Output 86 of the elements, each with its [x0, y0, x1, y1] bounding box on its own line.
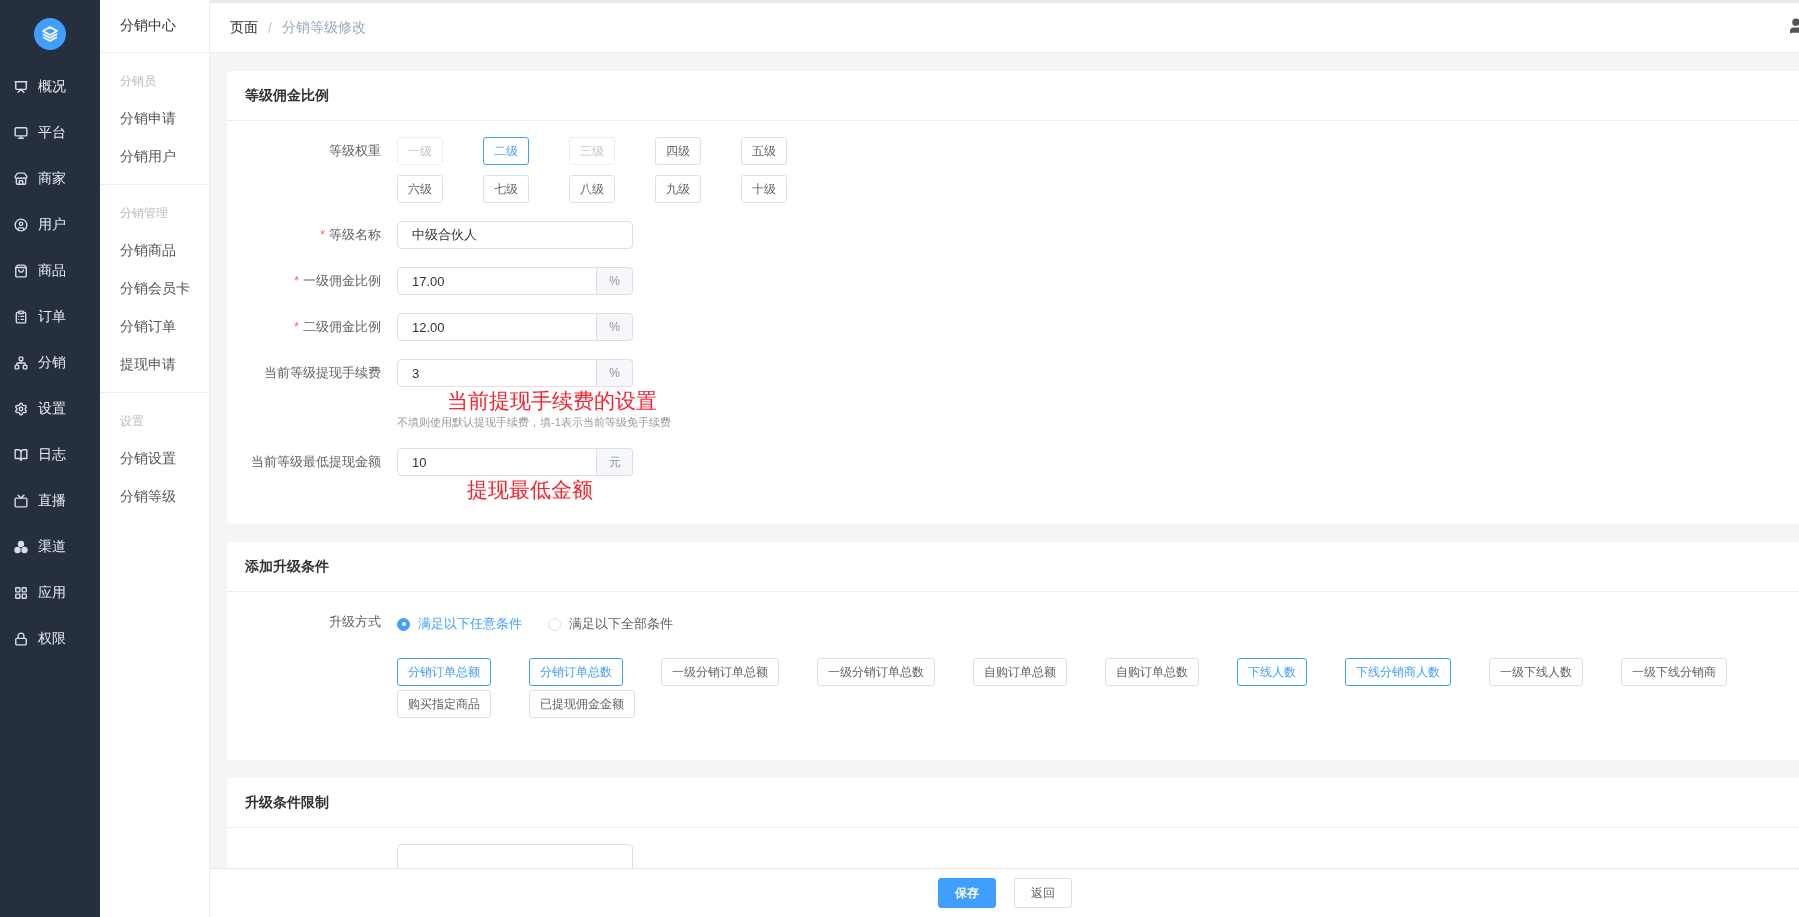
breadcrumb-item: 分销等级修改	[281, 18, 366, 37]
card-title: 升级条件限制	[227, 778, 1799, 828]
chart-board-icon	[14, 80, 28, 94]
submenu-heading: 设置	[119, 413, 145, 430]
submenu-title: 分销中心	[100, 0, 209, 53]
input-field[interactable]: 12.00	[397, 313, 597, 341]
condition-button[interactable]: 一级下线人数	[1489, 658, 1583, 686]
card-title: 添加升级条件	[227, 542, 1799, 592]
bag-icon	[14, 264, 28, 278]
sidebar-item[interactable]: 概况	[0, 64, 100, 110]
condition-button[interactable]: 自购订单总数	[1105, 658, 1199, 686]
level-button[interactable]: 六级	[397, 175, 443, 203]
field-label: 当前等级提现手续费	[264, 365, 381, 380]
hierarchy-icon	[14, 356, 28, 370]
unit-addon: 元	[597, 448, 633, 476]
sidebar-item[interactable]: 日志	[0, 432, 100, 478]
required-mark: *	[319, 227, 325, 242]
sidebar-item[interactable]: 直播	[0, 478, 100, 524]
required-mark: *	[293, 273, 299, 288]
user-icon	[14, 218, 28, 232]
input-field[interactable]: 10	[397, 448, 597, 476]
settings-icon	[14, 402, 28, 416]
radio-option[interactable]: 满足以下全部条件	[548, 615, 673, 633]
card-title: 等级佣金比例	[227, 71, 1799, 121]
condition-button[interactable]: 已提现佣金金额	[529, 690, 635, 718]
sidebar-item[interactable]: 商品	[0, 248, 100, 294]
breadcrumb-separator: /	[268, 19, 272, 36]
unit-addon: %	[597, 313, 633, 341]
submenu-item[interactable]: 提现申请	[110, 346, 199, 384]
input-field[interactable]: 中级合伙人	[397, 221, 633, 249]
level-button[interactable]: 九级	[655, 175, 701, 203]
logo-icon	[34, 18, 66, 50]
condition-button[interactable]: 购买指定商品	[397, 690, 491, 718]
tv-icon	[14, 494, 28, 508]
field-label: 等级名称	[329, 227, 381, 242]
monitor-icon	[14, 126, 28, 140]
input-field[interactable]: 3	[397, 359, 597, 387]
field-label: 当前等级最低提现金额	[251, 454, 381, 469]
sidebar-item[interactable]: 渠道	[0, 524, 100, 570]
sidebar-item[interactable]: 分销	[0, 340, 100, 386]
radio-label: 满足以下任意条件	[418, 615, 522, 633]
condition-button[interactable]: 一级分销订单总额	[661, 658, 779, 686]
condition-button[interactable]: 一级下线分销商	[1621, 658, 1727, 686]
sidebar-item[interactable]: 订单	[0, 294, 100, 340]
condition-button[interactable]: 一级分销订单总数	[817, 658, 935, 686]
field-label: 一级佣金比例	[303, 273, 381, 288]
field-label: 二级佣金比例	[303, 319, 381, 334]
field-label: 等级权重	[329, 143, 381, 158]
annotation-text: 提现最低金额	[467, 478, 593, 502]
level-button[interactable]: 十级	[741, 175, 787, 203]
level-button[interactable]: 四级	[655, 137, 701, 165]
field-label: 升级方式	[329, 614, 381, 629]
submenu-item[interactable]: 分销订单	[110, 308, 199, 346]
annotation-text: 当前提现手续费的设置	[447, 389, 657, 413]
level-button[interactable]: 五级	[741, 137, 787, 165]
input-field[interactable]: 17.00	[397, 267, 597, 295]
submenu-item[interactable]: 分销等级	[110, 478, 199, 516]
submenu-item[interactable]: 分销商品	[110, 232, 199, 270]
unit-addon: %	[597, 359, 633, 387]
circles-icon	[14, 540, 28, 554]
submenu-item[interactable]: 分销设置	[110, 440, 199, 478]
level-button[interactable]: 七级	[483, 175, 529, 203]
submenu-item[interactable]: 分销会员卡	[110, 270, 199, 308]
level-button[interactable]: 八级	[569, 175, 615, 203]
field-hint: 不填则使用默认提现手续费，填-1表示当前等级免手续费	[397, 415, 671, 430]
back-button[interactable]: 返回	[1013, 878, 1072, 908]
sidebar-item[interactable]: 权限	[0, 616, 100, 662]
lock-icon	[14, 632, 28, 646]
submenu-heading: 分销员	[119, 73, 157, 90]
sidebar-item[interactable]: 设置	[0, 386, 100, 432]
clipboard-icon	[14, 310, 28, 324]
required-mark: *	[293, 319, 299, 334]
unit-addon: %	[597, 267, 633, 295]
breadcrumb-item[interactable]: 页面	[230, 18, 258, 37]
radio-label: 满足以下全部条件	[569, 615, 673, 633]
submenu-heading: 分销管理	[119, 205, 169, 222]
sidebar-item[interactable]: 商家	[0, 156, 100, 202]
sidebar-item[interactable]: 用户	[0, 202, 100, 248]
condition-button[interactable]: 自购订单总额	[973, 658, 1067, 686]
sidebar-item[interactable]: 应用	[0, 570, 100, 616]
submenu-item[interactable]: 分销申请	[110, 100, 199, 138]
submenu-item[interactable]: 分销用户	[110, 138, 199, 176]
store-icon	[14, 172, 28, 186]
sidebar-item[interactable]: 平台	[0, 110, 100, 156]
book-icon	[14, 448, 28, 462]
grid-icon	[14, 586, 28, 600]
